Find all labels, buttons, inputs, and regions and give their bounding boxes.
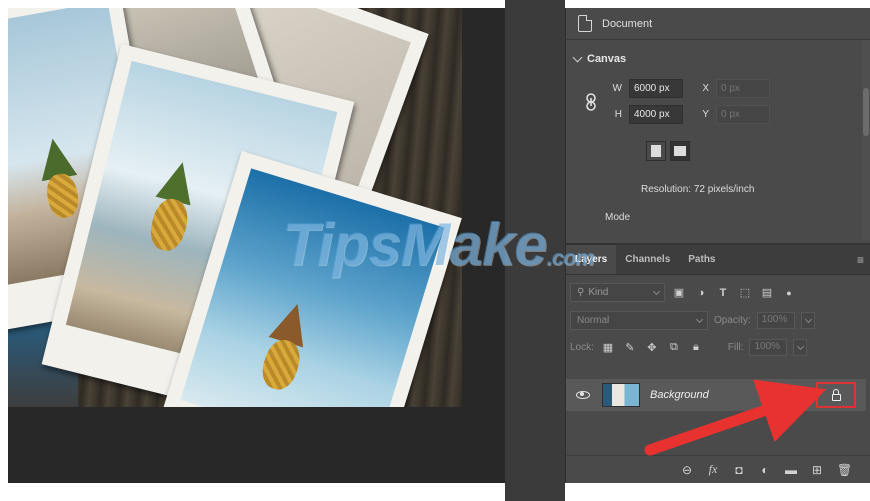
photoshop-window: Document Canvas W X H Y Re bbox=[0, 0, 870, 501]
chevron-down-icon bbox=[572, 52, 583, 62]
shape-filter-icon[interactable]: ⬚ bbox=[737, 286, 753, 299]
opacity-input[interactable]: 100% bbox=[756, 312, 795, 329]
adjustment-layer-icon[interactable]: ◐ bbox=[759, 463, 771, 477]
lock-image-pixels-icon[interactable]: ✎ bbox=[622, 341, 638, 354]
lock-artboard-icon[interactable]: ⧉ bbox=[666, 341, 682, 354]
document-canvas-image[interactable] bbox=[8, 8, 462, 407]
layer-lock-button[interactable] bbox=[816, 382, 856, 408]
lock-all-icon[interactable]: 🔒︎ bbox=[688, 341, 704, 354]
lock-label: Lock: bbox=[570, 342, 594, 353]
delete-layer-icon[interactable]: 🗑︎ bbox=[837, 463, 852, 477]
canvas-section-title: Canvas bbox=[587, 53, 627, 65]
link-layers-icon[interactable]: ⊖ bbox=[681, 463, 693, 477]
width-row: W X bbox=[608, 79, 770, 98]
opacity-label: Opacity: bbox=[714, 315, 751, 326]
add-mask-icon[interactable]: ◘ bbox=[733, 463, 745, 477]
blend-row: Normal Opacity: 100% bbox=[570, 311, 864, 330]
layers-panel: Layers Channels Paths ≡ ⚲ Kind ▣ ◑ T ⬚ ▤… bbox=[565, 243, 870, 483]
visibility-eye-icon[interactable] bbox=[576, 391, 590, 399]
watermark-logo: TipsMake.com bbox=[282, 210, 595, 279]
panel-menu-icon[interactable]: ≡ bbox=[857, 245, 864, 274]
new-group-folder-icon[interactable]: ▬ bbox=[785, 463, 797, 477]
link-dimensions-icon[interactable] bbox=[585, 92, 597, 114]
height-row: H Y bbox=[608, 105, 770, 124]
smart-object-filter-icon[interactable]: ▤ bbox=[759, 286, 775, 299]
fill-input[interactable]: 100% bbox=[749, 339, 788, 356]
watermark-suffix: .com bbox=[546, 245, 594, 270]
type-filter-icon[interactable]: T bbox=[715, 287, 731, 299]
landscape-orientation-button[interactable] bbox=[670, 141, 690, 161]
landscape-icon bbox=[674, 146, 686, 156]
pixel-filter-icon[interactable]: ▣ bbox=[671, 286, 687, 299]
properties-scroll-thumb[interactable] bbox=[863, 88, 869, 136]
width-label: W bbox=[612, 83, 622, 94]
lock-icon bbox=[831, 388, 841, 401]
document-icon bbox=[578, 15, 592, 32]
layer-thumbnail[interactable] bbox=[602, 383, 640, 407]
y-input[interactable] bbox=[716, 105, 770, 124]
lock-transparent-pixels-icon[interactable]: ▦ bbox=[600, 341, 616, 354]
lock-row: Lock: ▦ ✎ ✥ ⧉ 🔒︎ Fill: 100% bbox=[570, 339, 864, 356]
filter-kind-select[interactable]: ⚲ Kind bbox=[570, 283, 665, 302]
blend-mode-value: Normal bbox=[577, 315, 610, 326]
filter-toggle-icon[interactable]: ● bbox=[781, 288, 797, 298]
layers-panel-tabs: Layers Channels Paths ≡ bbox=[566, 245, 870, 275]
filter-kind-label: Kind bbox=[588, 287, 609, 298]
watermark-text: TipsMake bbox=[282, 211, 547, 278]
portrait-icon bbox=[651, 145, 661, 157]
resolution-text: Resolution: 72 pixels/inch bbox=[641, 184, 755, 195]
y-label: Y bbox=[702, 109, 709, 120]
fill-label: Fill: bbox=[727, 342, 744, 353]
properties-header: Document bbox=[566, 8, 870, 40]
tab-paths[interactable]: Paths bbox=[679, 245, 724, 274]
layer-style-fx-icon[interactable]: fx bbox=[707, 462, 719, 477]
properties-title: Document bbox=[602, 17, 653, 30]
x-label: X bbox=[702, 83, 709, 94]
adjustment-filter-icon[interactable]: ◑ bbox=[693, 287, 709, 299]
layers-bottom-toolbar: ⊖ fx ◘ ◐ ▬ ⊞ 🗑︎ bbox=[566, 455, 870, 483]
layer-row-background[interactable]: Background bbox=[566, 379, 866, 411]
width-input[interactable] bbox=[629, 79, 683, 98]
search-icon: ⚲ bbox=[577, 287, 585, 298]
blend-mode-select[interactable]: Normal bbox=[570, 311, 708, 330]
properties-scrollbar[interactable] bbox=[862, 40, 870, 240]
opacity-dropdown-button[interactable] bbox=[800, 312, 815, 329]
canvas-section-toggle[interactable]: Canvas bbox=[572, 52, 627, 65]
properties-panel: Document Canvas W X H Y Re bbox=[565, 8, 870, 243]
x-input[interactable] bbox=[716, 79, 770, 98]
height-input[interactable] bbox=[629, 105, 683, 124]
tab-channels-label: Channels bbox=[625, 254, 671, 265]
filter-row: ⚲ Kind ▣ ◑ T ⬚ ▤ ● bbox=[570, 283, 864, 302]
layer-name[interactable]: Background bbox=[650, 389, 709, 401]
new-layer-icon[interactable]: ⊞ bbox=[811, 463, 823, 477]
lock-position-icon[interactable]: ✥ bbox=[644, 341, 660, 354]
mode-label: Mode bbox=[605, 212, 631, 223]
tab-paths-label: Paths bbox=[688, 254, 716, 265]
height-label: H bbox=[614, 109, 622, 120]
fill-dropdown-button[interactable] bbox=[793, 339, 808, 356]
portrait-orientation-button[interactable] bbox=[646, 141, 666, 161]
tab-channels[interactable]: Channels bbox=[616, 245, 679, 274]
